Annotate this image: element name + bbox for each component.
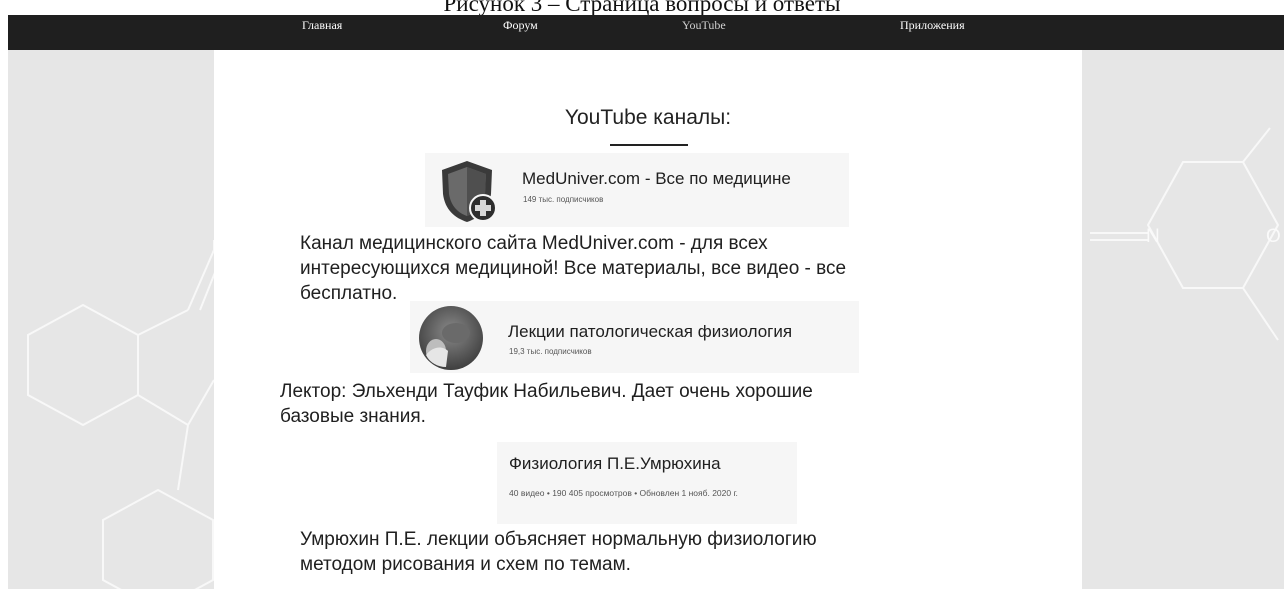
channel-card-umryukhin[interactable]: Физиология П.Е.Умрюхина 40 видео • 190 4… bbox=[497, 442, 797, 524]
molecule-letter-o: O bbox=[1266, 226, 1281, 247]
page-title: YouTube каналы: bbox=[564, 106, 732, 129]
nav-link-forum[interactable]: Форум bbox=[503, 18, 538, 33]
channel-description: Умрюхин П.Е. лекции объясняет нормальную… bbox=[300, 529, 817, 575]
channel-name[interactable]: Лекции патологическая физиология bbox=[508, 322, 792, 342]
channel-description: Канал медицинского сайта MedUniver.com -… bbox=[300, 233, 847, 304]
channel-card-pathophysiology[interactable]: Лекции патологическая физиология 19,3 ты… bbox=[410, 301, 859, 373]
channel-description: Лектор: Эльхенди Тауфик Набильевич. Дает… bbox=[280, 381, 813, 427]
top-navbar: Главная Форум YouTube Приложения bbox=[8, 15, 1284, 50]
nav-link-apps[interactable]: Приложения bbox=[900, 18, 965, 33]
subscriber-count: 19,3 тыс. подписчиков bbox=[509, 347, 592, 356]
nav-link-youtube[interactable]: YouTube bbox=[682, 18, 726, 33]
channel-avatar-icon bbox=[419, 306, 483, 370]
channel-card-meduniver[interactable]: MedUniver.com - Все по медицине 149 тыс.… bbox=[425, 153, 849, 227]
shield-plus-icon bbox=[442, 161, 497, 222]
title-underline bbox=[610, 144, 688, 146]
nav-link-home[interactable]: Главная bbox=[302, 18, 342, 33]
molecule-letter-n: N bbox=[1146, 226, 1160, 247]
channel-name[interactable]: Физиология П.Е.Умрюхина bbox=[509, 454, 721, 474]
channel-name[interactable]: MedUniver.com - Все по медицине bbox=[522, 169, 791, 189]
subscriber-count: 149 тыс. подписчиков bbox=[523, 195, 604, 204]
main-content: YouTube каналы: MedUniver.com - Все по м… bbox=[214, 50, 1082, 589]
channel-meta: 40 видео • 190 405 просмотров • Обновлен… bbox=[509, 488, 738, 498]
